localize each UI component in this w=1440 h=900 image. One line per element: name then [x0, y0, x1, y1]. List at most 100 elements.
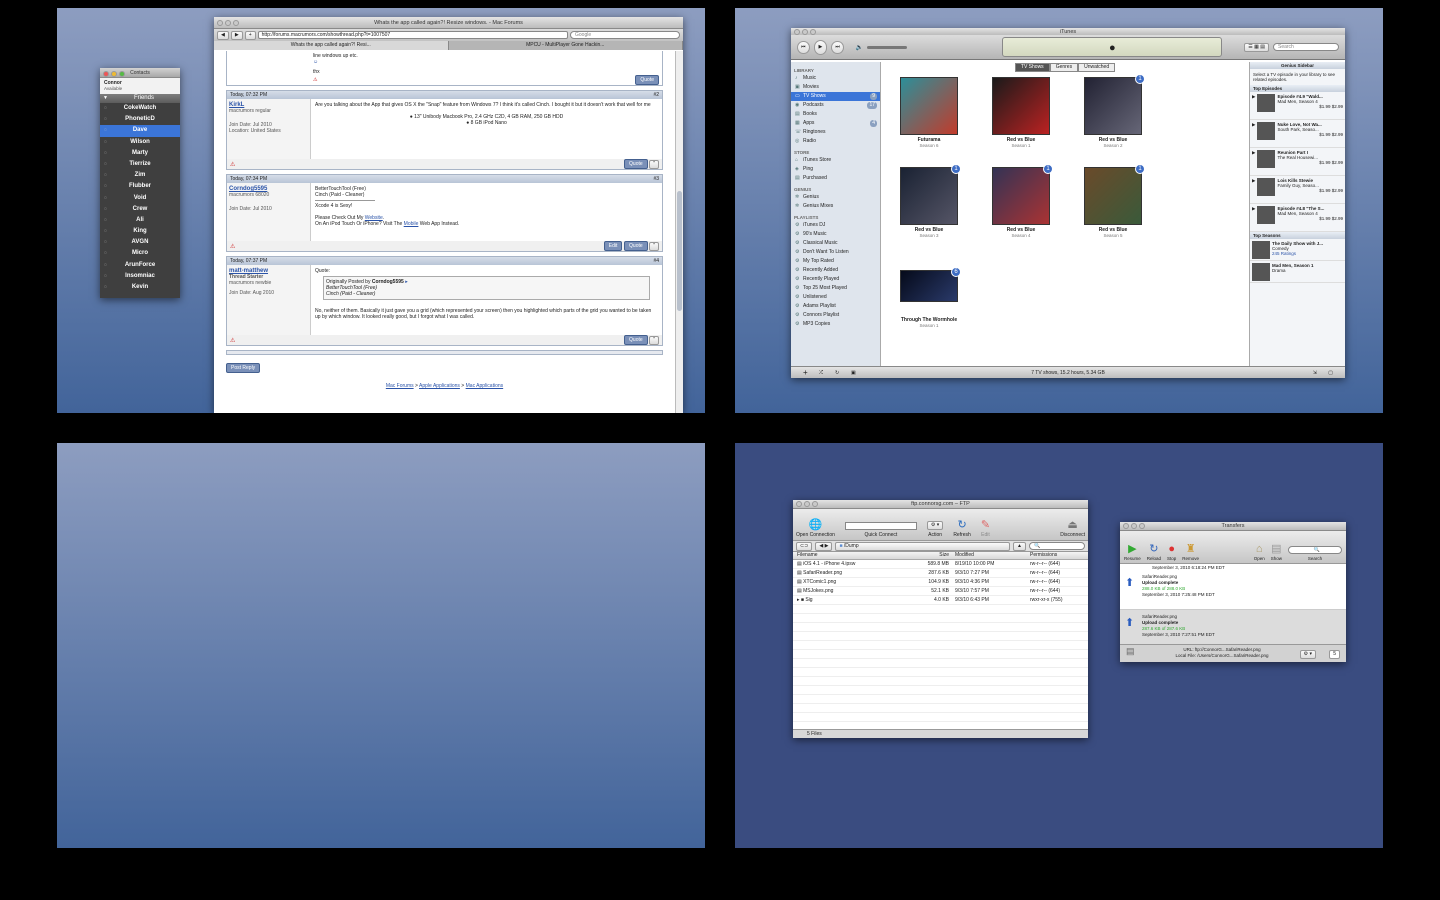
- repeat-icon[interactable]: ↻: [835, 367, 839, 378]
- multiquote-button[interactable]: ”: [649, 242, 659, 251]
- contact-item[interactable]: ◌ CokeWatch: [100, 103, 180, 114]
- tv-show-tile[interactable]: Red vs Blue Season 1: [977, 77, 1065, 163]
- file-row[interactable]: ▤ XTComic1.png 104.9 KB 9/3/10 4:36 PM rw-r…: [793, 578, 1088, 587]
- back-button[interactable]: ◀: [217, 30, 229, 40]
- tab-mpcu[interactable]: MPCU - MultiPlayer Gone Hackin...: [449, 41, 683, 50]
- space-1[interactable]: Contacts Connor Available ▼ Friends ◌ Coke…: [57, 8, 705, 413]
- next-button[interactable]: ⏭: [831, 40, 844, 54]
- contact-item[interactable]: ◌ King: [100, 226, 180, 237]
- price-hd[interactable]: $1.99: [1319, 104, 1330, 109]
- tv-show-tile[interactable]: 1 Red vs Blue Season 2: [1069, 74, 1157, 163]
- sidebar-item-itunes-dj[interactable]: ⚙ iTunes DJ: [791, 221, 880, 230]
- top-episodes-header[interactable]: Top Episodes: [1250, 85, 1345, 92]
- itunes-search-field[interactable]: Search: [1273, 43, 1339, 51]
- sidebar-item-adams-playlist[interactable]: ⚙ Adams Playlist: [791, 302, 880, 311]
- my-status[interactable]: Connor Available: [100, 78, 180, 94]
- airplay-icon[interactable]: ⇲: [1313, 367, 1317, 378]
- previous-button[interactable]: ⏮: [797, 40, 810, 54]
- stop-button[interactable]: ● Stop: [1167, 543, 1176, 561]
- space-4[interactable]: ftp.connorsg.com – FTP 🌐 Open Connection …: [735, 443, 1383, 848]
- path-popup[interactable]: ■ /Dump: [835, 541, 1011, 551]
- vertical-scrollbar[interactable]: [675, 51, 683, 413]
- space-2[interactable]: iTunes ⏮ ▶ ⏭ 🔈 ● ☰ ▦ ▤ Search LIBRARY ♪ Mu…: [735, 8, 1383, 413]
- report-icon[interactable]: ⚠: [230, 243, 235, 250]
- play-preview-icon[interactable]: ▶: [1252, 206, 1255, 229]
- multiquote-button[interactable]: ”: [649, 160, 659, 169]
- column-header[interactable]: Filename: [793, 552, 907, 559]
- tv-show-tile[interactable]: 1 Red vs Blue Season 4: [977, 164, 1065, 253]
- open-button[interactable]: ⌂ Open: [1254, 543, 1265, 561]
- contact-item[interactable]: ◌ Tierrize: [100, 159, 180, 170]
- file-row[interactable]: ▸ ■ Sig 4.0 KB 9/3/10 6:43 PM rwxr-xr-x (75…: [793, 596, 1088, 605]
- genius-episode[interactable]: ▶ Lois Kills Stewie Family Guy, Seaso... $1…: [1250, 176, 1345, 204]
- tv-show-tile[interactable]: 1 Red vs Blue Season 5: [1069, 164, 1157, 253]
- shuffle-icon[interactable]: ⤮: [819, 367, 823, 378]
- file-row[interactable]: ▤ MSJokes.png 52.1 KB 9/3/10 7:57 PM rw-r--…: [793, 587, 1088, 596]
- breadcrumb-link[interactable]: Apple Applications: [419, 383, 460, 389]
- gear-menu-button[interactable]: ⚙ ▾: [1299, 650, 1316, 659]
- genius-season[interactable]: Mad Men, Season 1 Drama: [1250, 261, 1345, 283]
- sidebar-item-90-s-music[interactable]: ⚙ 90's Music: [791, 230, 880, 239]
- quote-button[interactable]: Quote: [624, 241, 648, 251]
- my-availability[interactable]: Available: [104, 86, 176, 91]
- price-sd[interactable]: $2.99: [1332, 160, 1343, 165]
- miniplayer-icon[interactable]: ▢: [1328, 367, 1333, 378]
- group-header[interactable]: ▼ Friends: [100, 94, 180, 103]
- sidebar-item-recently-added[interactable]: ⚙ Recently Added: [791, 266, 880, 275]
- post-reply-button[interactable]: Post Reply: [226, 363, 261, 373]
- zoom-button[interactable]: [119, 71, 125, 77]
- price-hd[interactable]: $1.99: [1319, 216, 1330, 221]
- show-artwork[interactable]: 1: [900, 164, 961, 225]
- file-row[interactable]: ▤ SafariReader.png 287.6 KB 9/3/10 7:27 PM…: [793, 569, 1088, 578]
- price-sd[interactable]: $2.99: [1332, 216, 1343, 221]
- parent-dir-button[interactable]: ▲: [1013, 541, 1026, 551]
- max-connections-field[interactable]: 5: [1329, 650, 1340, 659]
- search-field[interactable]: 🔍 Search: [1288, 546, 1342, 561]
- toggle-view-button[interactable]: ⊂⊃: [796, 541, 813, 551]
- breadcrumb-link[interactable]: Mac Applications: [466, 383, 504, 389]
- column-header[interactable]: Size: [907, 552, 952, 559]
- contact-item[interactable]: ◌ Zim: [100, 170, 180, 181]
- remove-button[interactable]: ♜ Remove: [1182, 543, 1199, 561]
- transfer-list[interactable]: ⬆ SafariReader.png Upload complete 288.0 KB…: [1120, 570, 1346, 650]
- genius-season[interactable]: The Daily Show with J... Comedy 245 Rating…: [1250, 239, 1345, 261]
- sidebar-item-itunes-store[interactable]: ⌂ iTunes Store: [791, 156, 880, 165]
- back-button[interactable]: ◀ ▶: [815, 541, 833, 551]
- sidebar-item-purchased[interactable]: ▤ Purchased: [791, 174, 880, 183]
- close-button[interactable]: [217, 20, 223, 26]
- sidebar-item-recently-played[interactable]: ⚙ Recently Played: [791, 275, 880, 284]
- view-switcher[interactable]: ☰ ▦ ▤: [1244, 42, 1269, 52]
- disclosure-triangle-icon[interactable]: ▼: [100, 94, 108, 103]
- contact-item[interactable]: ◌ Crew: [100, 204, 180, 215]
- show-artwork-icon[interactable]: ▣: [851, 367, 856, 378]
- sidebar-item-music[interactable]: ♪ Music: [791, 74, 880, 83]
- sidebar-item-connors-playlist[interactable]: ⚙ Connors Playlist: [791, 311, 880, 320]
- tab-thread[interactable]: Whats the app called again?! Resi...: [214, 41, 449, 50]
- show-artwork[interactable]: 6: [900, 267, 961, 302]
- contact-item[interactable]: ◌ Insomniac: [100, 271, 180, 282]
- genius-episode[interactable]: ▶ Reunion Part I The Real Housewi... $1.99 …: [1250, 148, 1345, 176]
- sidebar-item-movies[interactable]: ▣ Movies: [791, 83, 880, 92]
- top-seasons-header[interactable]: Top Seasons: [1250, 232, 1345, 239]
- contact-item[interactable]: ◌ Marty: [100, 148, 180, 159]
- genius-episode[interactable]: ▶ Episode #4.9 "Wald... Mad Men, Season 4 $…: [1250, 92, 1345, 120]
- price-sd[interactable]: $2.99: [1332, 188, 1343, 193]
- close-button[interactable]: [796, 501, 802, 507]
- close-button[interactable]: [103, 71, 109, 77]
- show-artwork[interactable]: 1: [992, 164, 1053, 225]
- source-list[interactable]: LIBRARY ♪ Music ▣ Movies ▭ TV Shows 9 ◉ Podcasts 1…: [791, 62, 881, 366]
- zoom-button[interactable]: [812, 501, 818, 507]
- reload-button[interactable]: ↻ Reload: [1147, 543, 1161, 561]
- edit-button[interactable]: Edit: [603, 241, 623, 251]
- zoom-button[interactable]: [233, 20, 239, 26]
- contact-item[interactable]: ◌ PhoneticD: [100, 114, 180, 125]
- close-button[interactable]: [1123, 523, 1129, 529]
- mobile-link[interactable]: Mobile: [404, 221, 419, 227]
- tv-show-tile[interactable]: 6 Through The Wormhole Season 1: [885, 257, 973, 343]
- file-row[interactable]: ▤ iOS 4.1 - iPhone 4.ipsw 589.8 MB 8/19/10…: [793, 560, 1088, 569]
- add-bookmark-button[interactable]: +: [244, 30, 256, 40]
- ftp-window[interactable]: ftp.connorsg.com – FTP 🌐 Open Connection …: [793, 500, 1088, 738]
- minimize-button[interactable]: [1131, 523, 1137, 529]
- sidebar-item-my-top-rated[interactable]: ⚙ My Top Rated: [791, 257, 880, 266]
- sidebar-item-tv-shows[interactable]: ▭ TV Shows 9: [791, 92, 880, 101]
